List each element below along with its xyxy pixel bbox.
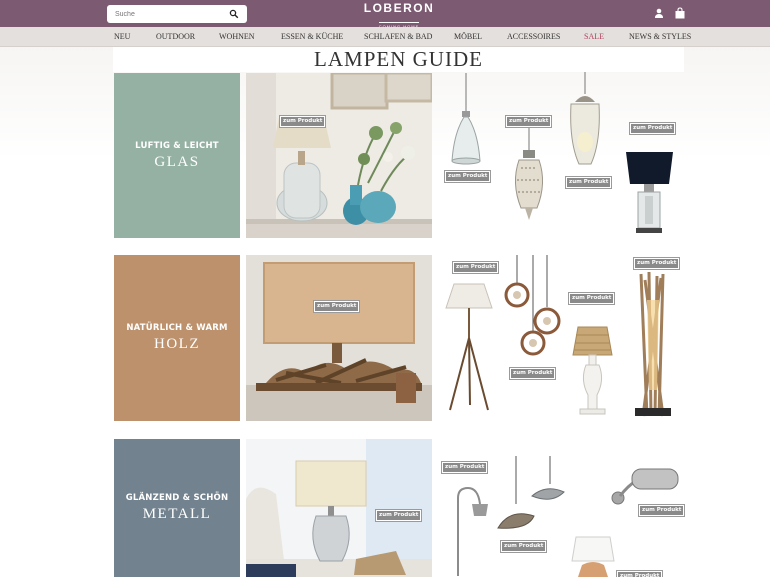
zum-produkt-button[interactable]: zum Produkt <box>564 176 613 189</box>
pendant-lamp-lantern-glass[interactable] <box>565 72 605 172</box>
nav-item-wohnen[interactable]: WOHNEN <box>219 32 255 41</box>
category-subtitle: GLÄNZEND & SCHÖN <box>125 493 229 503</box>
category-material: GLAS <box>154 153 200 170</box>
wall-lamp-picture-light[interactable] <box>610 463 680 508</box>
brand-name: LOBERON <box>363 1 435 15</box>
pendant-lamp-metal-dome[interactable] <box>496 456 566 536</box>
page-title: LAMPEN GUIDE <box>113 47 684 72</box>
zum-produkt-button[interactable]: zum Produkt <box>443 170 492 183</box>
category-tile-metall[interactable]: GLÄNZEND & SCHÖN METALL <box>114 439 240 577</box>
table-lamp-rattan[interactable] <box>570 325 615 417</box>
search-input[interactable] <box>107 5 227 23</box>
table-lamp-white-shade[interactable] <box>568 535 618 577</box>
category-material: METALL <box>142 506 212 522</box>
category-tile-holz[interactable]: NATÜRLICH & WARM HOLZ <box>114 255 240 421</box>
nav-item-sale[interactable]: SALE <box>584 32 604 41</box>
zum-produkt-button[interactable]: zum Produkt <box>508 367 557 380</box>
top-bar: LOBERON COMING HOME <box>0 0 770 30</box>
nav-item-news-styles[interactable]: NEWS & STYLES <box>629 32 691 41</box>
room-photo-glas: zum Produkt <box>246 73 432 238</box>
room-photo-holz: zum Produkt <box>246 255 432 421</box>
zum-produkt-button[interactable]: zum Produkt <box>632 257 681 270</box>
pendant-lamp-wooden-rings[interactable] <box>503 255 563 365</box>
user-icon[interactable] <box>653 7 665 19</box>
nav-item-schlafen-bad[interactable]: SCHLAFEN & BAD <box>364 32 432 41</box>
pendant-lamp-bell-glass[interactable] <box>446 73 486 168</box>
pendant-lamp-crystal[interactable] <box>507 128 552 223</box>
main-navigation: NEU OUTDOOR WOHNEN ESSEN & KÜCHE SCHLAFE… <box>0 27 770 47</box>
floor-lamp-tripod[interactable] <box>442 280 497 415</box>
nav-item-neu[interactable]: NEU <box>114 32 130 41</box>
category-subtitle: NATÜRLICH & WARM <box>126 323 228 333</box>
zum-produkt-button[interactable]: zum Produkt <box>312 300 361 313</box>
nav-item-moebel[interactable]: MÖBEL <box>454 32 482 41</box>
zum-produkt-button[interactable]: zum Produkt <box>278 115 327 128</box>
search-icon[interactable] <box>229 9 239 19</box>
zum-produkt-button[interactable]: zum Produkt <box>567 292 616 305</box>
table-lamp-glass-black-shade[interactable] <box>622 150 677 235</box>
zum-produkt-button[interactable]: zum Produkt <box>451 261 500 274</box>
search-box[interactable] <box>107 5 247 23</box>
room-photo-metall: zum Produkt <box>246 439 432 577</box>
zum-produkt-button[interactable]: zum Produkt <box>637 504 686 517</box>
zum-produkt-button[interactable]: zum Produkt <box>440 461 489 474</box>
zum-produkt-button[interactable]: zum Produkt <box>615 570 664 577</box>
brand-logo[interactable]: LOBERON COMING HOME <box>350 1 448 30</box>
zum-produkt-button[interactable]: zum Produkt <box>499 540 548 553</box>
zum-produkt-button[interactable]: zum Produkt <box>504 115 553 128</box>
floor-lamp-arc-metal[interactable] <box>446 476 491 576</box>
nav-item-accessoires[interactable]: ACCESSOIRES <box>507 32 560 41</box>
category-subtitle: LUFTIG & LEICHT <box>135 140 219 151</box>
floor-lamp-driftwood[interactable] <box>633 270 673 420</box>
category-material: HOLZ <box>154 336 200 352</box>
nav-item-outdoor[interactable]: OUTDOOR <box>156 32 195 41</box>
category-tile-glas[interactable]: LUFTIG & LEICHT GLAS <box>114 73 240 238</box>
zum-produkt-button[interactable]: zum Produkt <box>374 509 423 522</box>
shopping-bag-icon[interactable] <box>674 7 686 19</box>
zum-produkt-button[interactable]: zum Produkt <box>628 122 677 135</box>
nav-item-essen-kueche[interactable]: ESSEN & KÜCHE <box>281 32 343 41</box>
